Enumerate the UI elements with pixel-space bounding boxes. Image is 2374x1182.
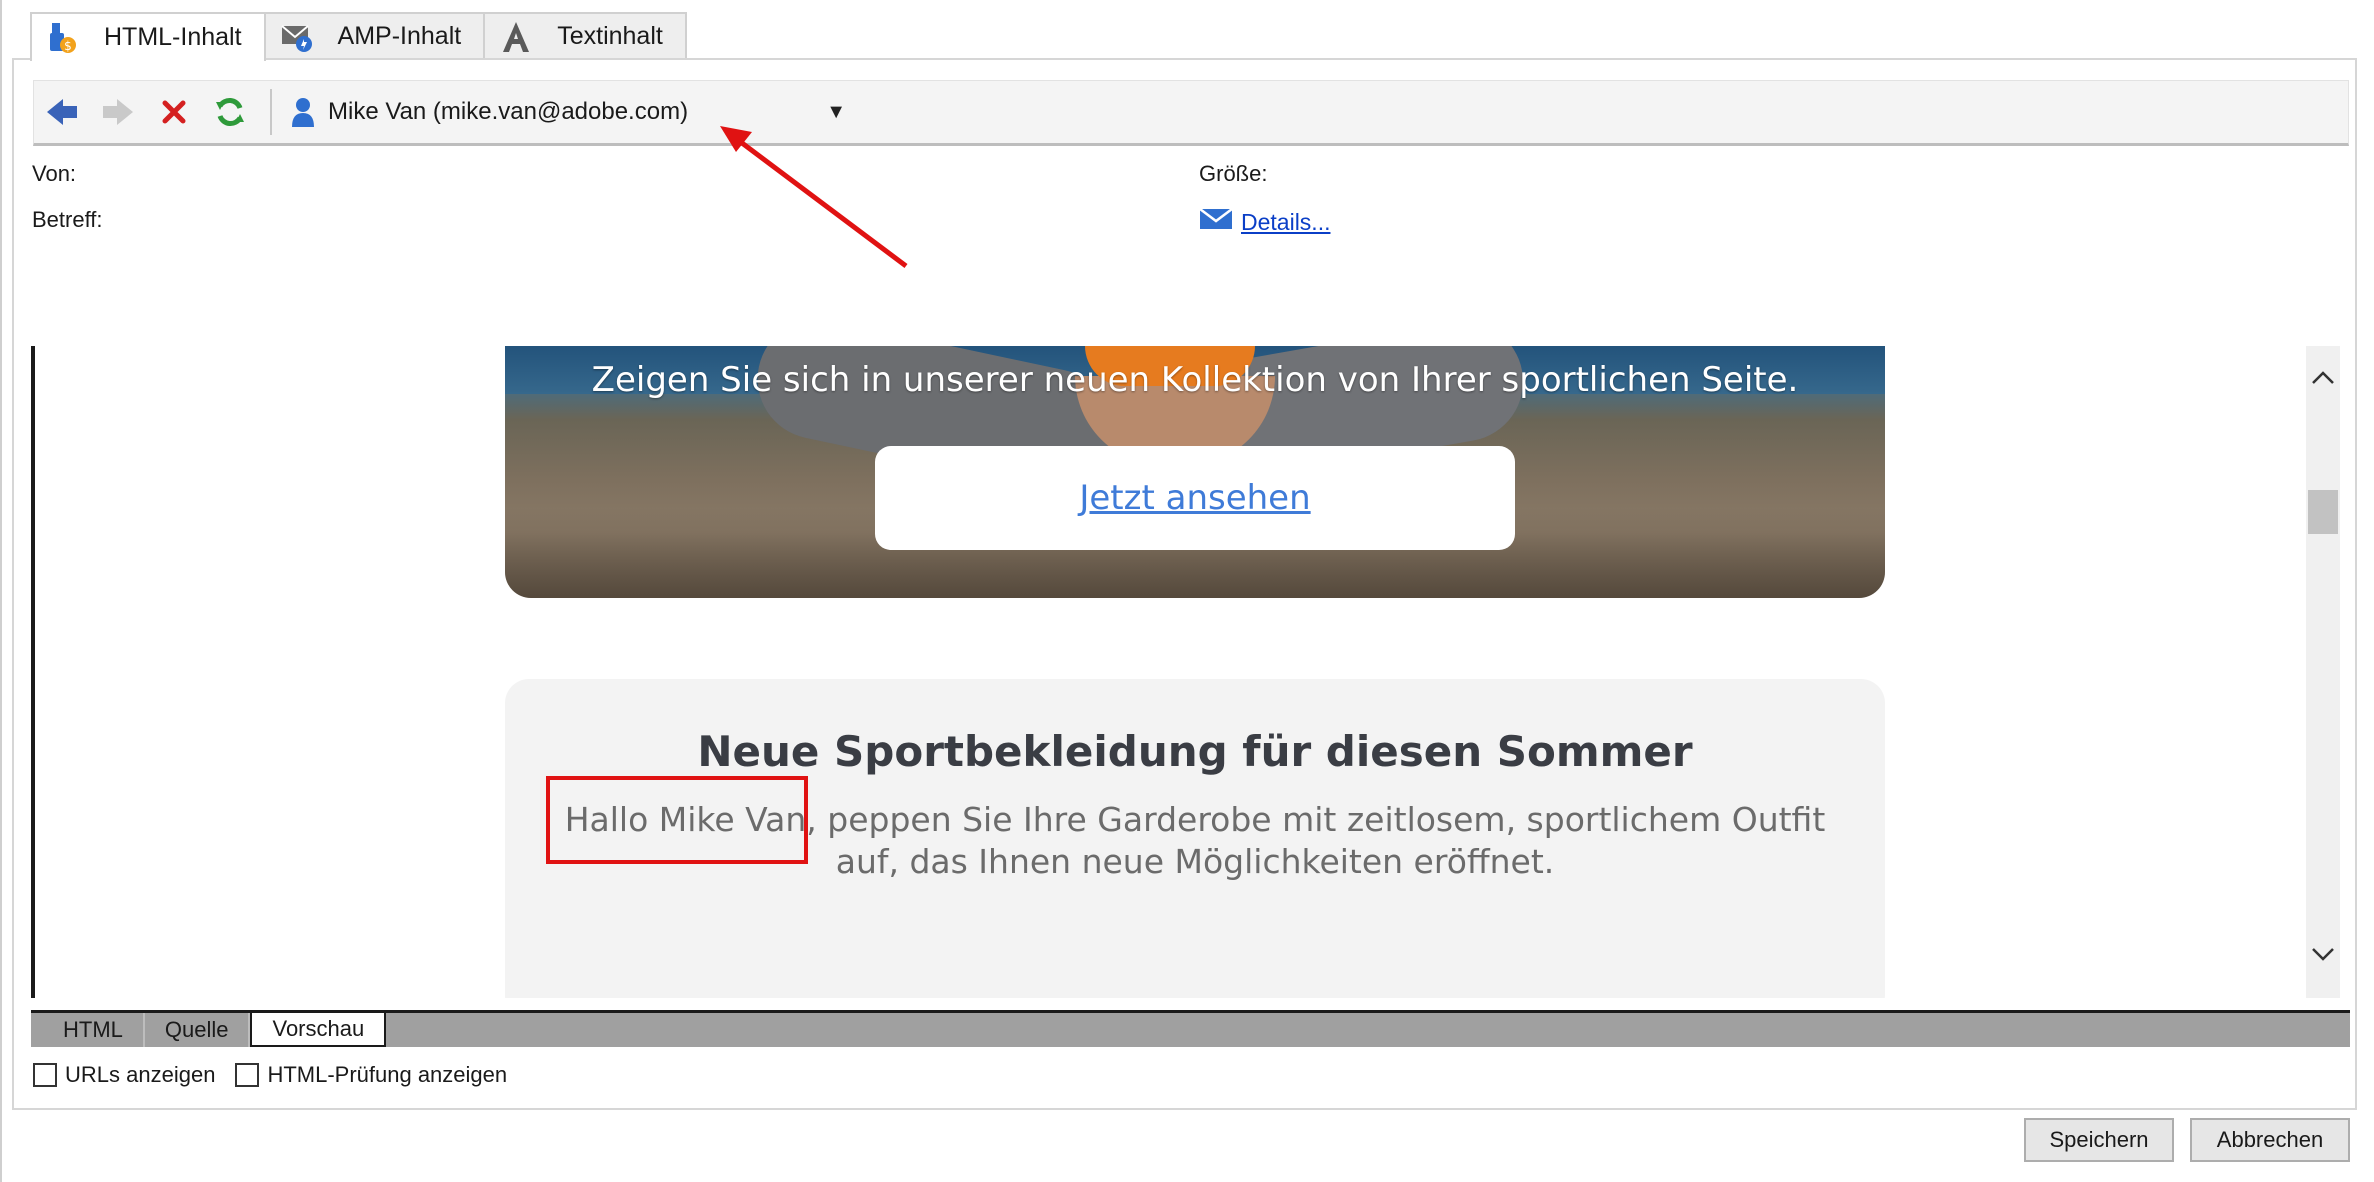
tab-amp-content[interactable]: AMP-Inhalt [263,12,486,59]
checkbox-box[interactable] [235,1063,260,1087]
cta-link[interactable]: Jetzt ansehen [1079,478,1310,518]
annotation-arrow [720,126,908,268]
tab-html-content[interactable]: $ HTML-Inhalt [30,12,266,61]
details-link-text[interactable]: Details... [1241,209,1330,236]
scrollbar-thumb[interactable] [2308,490,2338,534]
checkbox-box[interactable] [33,1063,57,1087]
content-editor-window: $ HTML-Inhalt AMP-Inhalt Textinhalt Mike… [0,0,2374,1182]
subject-label: Betreff: [32,207,103,232]
show-urls-checkbox[interactable]: URLs anzeigen [33,1062,215,1088]
details-link[interactable]: Details... [1199,207,1330,237]
save-button[interactable]: Speichern [2024,1118,2174,1162]
from-label: Von: [32,161,77,186]
window-border [0,0,2,1182]
tab-html[interactable]: HTML [31,1013,145,1047]
panel-border-right [2355,58,2357,1110]
show-html-check-checkbox[interactable]: HTML-Prüfung anzeigen [235,1062,507,1088]
amp-content-icon [280,20,314,54]
view-mode-tabs: HTML Quelle Vorschau [31,1010,2350,1047]
toolbar-separator [270,89,272,135]
tab-divider [12,58,2357,60]
refresh-icon [216,98,244,126]
card-title: Neue Sportbekleidung für diesen Sommer [697,727,1693,776]
hero-banner: Zeigen Sie sich in unserer neuen Kollekt… [505,346,1885,598]
envelope-icon [1199,207,1233,237]
cta-button[interactable]: Jetzt ansehen [875,446,1515,550]
text-content-icon [499,20,533,54]
delete-icon [162,100,186,124]
html-content-icon: $ [46,21,80,55]
back-button[interactable] [34,84,90,140]
preview-toolbar: Mike Van (mike.van@adobe.com) ▼ [33,80,2349,146]
svg-text:$: $ [64,39,72,53]
tab-text-content[interactable]: Textinhalt [483,12,687,59]
chevron-down-icon[interactable] [2306,938,2340,972]
delete-button[interactable] [146,84,202,140]
banner-headline: Zeigen Sie sich in unserer neuen Kollekt… [591,360,1799,400]
tab-source[interactable]: Quelle [145,1013,251,1047]
refresh-button[interactable] [202,84,258,140]
personalization-highlight [546,776,808,864]
panel-border-bottom [12,1108,2357,1110]
panel-border-left [12,58,14,1110]
tab-label: HTML-Inhalt [104,23,242,51]
content-tabs: $ HTML-Inhalt AMP-Inhalt Textinhalt [30,12,687,61]
forward-button[interactable] [90,84,146,140]
size-label: Größe: [1199,161,1268,186]
tab-label: AMP-Inhalt [337,22,462,50]
back-arrow-icon [47,99,77,125]
tab-preview[interactable]: Vorschau [250,1013,387,1047]
preview-options: URLs anzeigen HTML-Prüfung anzeigen [33,1062,527,1088]
email-preview: Zeigen Sie sich in unserer neuen Kollekt… [31,346,2320,998]
checkbox-label: URLs anzeigen [65,1062,216,1087]
chevron-up-icon[interactable] [2306,360,2340,394]
tab-label: Textinhalt [557,22,663,50]
checkbox-label: HTML-Prüfung anzeigen [267,1062,508,1087]
preview-scrollbar[interactable] [2306,346,2340,998]
user-icon [286,95,320,129]
cancel-button[interactable]: Abbrechen [2190,1118,2350,1162]
forward-arrow-icon [103,99,133,125]
